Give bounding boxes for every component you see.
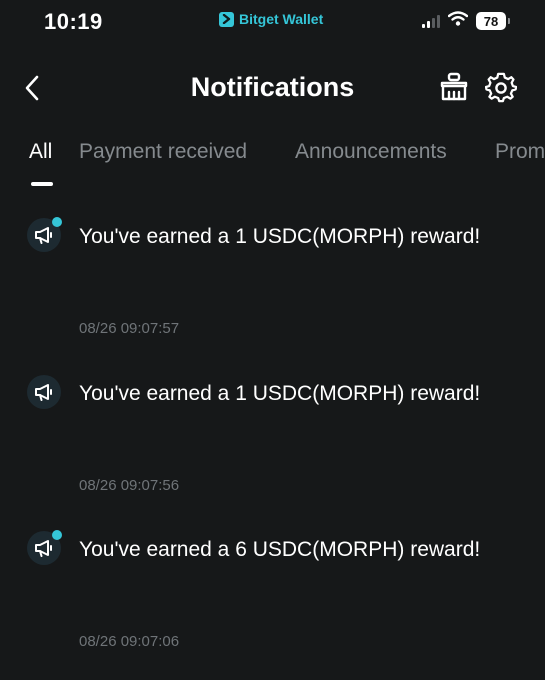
notification-title: You've earned a 6 USDC(MORPH) reward! [79,538,481,561]
notification-item[interactable]: You've earned a 1 USDC(MORPH) reward! 08… [0,217,545,348]
cellular-signal-icon [422,14,440,28]
gear-icon [484,72,518,103]
tab-announcements[interactable]: Announcements [295,140,447,164]
wifi-icon [447,11,469,31]
megaphone-icon [27,217,62,252]
notification-time: 08/26 09:07:06 [79,633,180,650]
notification-tabs: All Payment received Announcements Prom [0,140,545,190]
megaphone-icon [27,375,61,409]
notification-time: 08/26 09:07:57 [79,320,180,337]
active-tab-indicator [31,182,53,186]
status-bar: 10:19 Bitget Wallet 78 [0,0,545,44]
battery-level: 78 [483,13,499,29]
unread-dot [52,530,62,540]
notification-title: You've earned a 1 USDC(MORPH) reward! [79,225,481,248]
bitget-logo-icon [219,11,234,27]
status-app-name: Bitget Wallet [239,11,324,27]
settings-button[interactable] [484,72,518,104]
notification-title: You've earned a 1 USDC(MORPH) reward! [79,382,481,405]
megaphone-icon [27,530,62,565]
status-time: 10:19 [44,9,103,34]
notification-time: 08/26 09:07:56 [79,477,180,494]
unread-dot [52,217,62,227]
notification-item[interactable]: You've earned a 1 USDC(MORPH) reward! 08… [0,375,545,505]
battery-icon: 78 [476,12,510,30]
tab-payment-received[interactable]: Payment received [79,140,247,164]
clear-notifications-button[interactable] [438,72,470,102]
notification-item[interactable]: You've earned a 6 USDC(MORPH) reward! 08… [0,530,545,661]
status-app-indicator[interactable]: Bitget Wallet [219,11,323,27]
status-indicators: 78 [422,11,510,31]
tab-all[interactable]: All [29,140,52,164]
header: Notifications [0,60,545,116]
broom-icon [440,72,468,101]
tab-promotions[interactable]: Prom [495,140,545,164]
